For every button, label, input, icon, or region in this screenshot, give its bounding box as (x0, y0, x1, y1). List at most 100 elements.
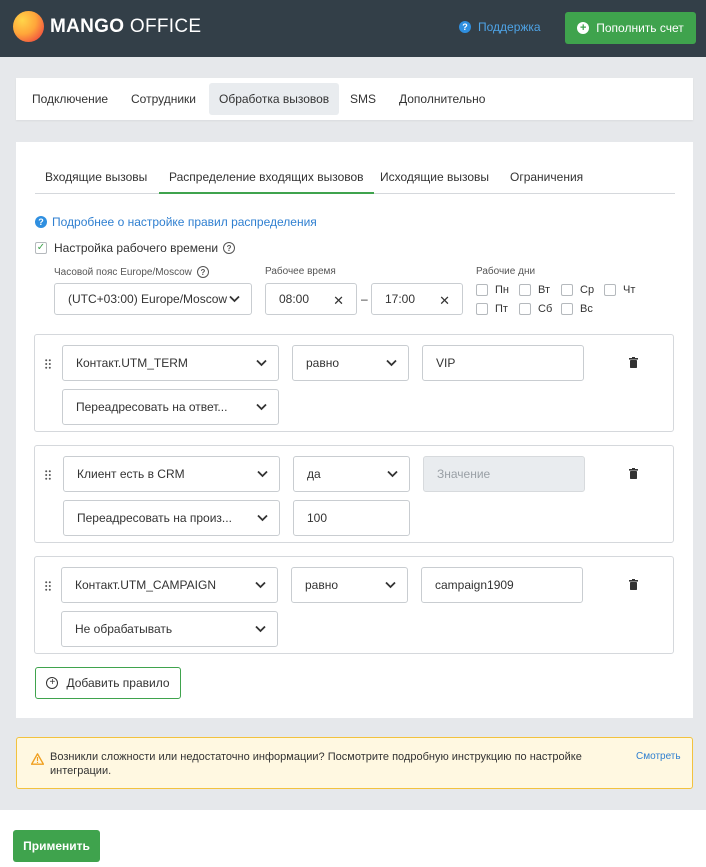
day-checkbox[interactable] (561, 284, 573, 296)
add-rule-label: Добавить правило (66, 676, 170, 690)
support-link[interactable]: ? Поддержка (459, 20, 541, 34)
rule-action-select[interactable]: Не обрабатывать (61, 611, 278, 647)
rule-operator-value: равно (306, 356, 340, 370)
day-sun[interactable]: Вс (561, 303, 593, 315)
work-to-input[interactable]: 17:00 ✕ (371, 283, 463, 315)
day-tue[interactable]: Вт (519, 284, 550, 296)
apply-button[interactable]: Применить (13, 830, 100, 862)
chevron-down-icon (229, 295, 240, 303)
work-from-value: 08:00 (279, 292, 310, 306)
day-sat[interactable]: Сб (519, 303, 552, 315)
chevron-down-icon (385, 581, 396, 589)
day-fri[interactable]: Пт (476, 303, 508, 315)
rule-operator-select[interactable]: равно (291, 567, 408, 603)
chevron-down-icon (255, 581, 266, 589)
plus-circle-icon: + (46, 677, 59, 689)
main-tabs: Подключение Сотрудники Обработка вызовов… (16, 78, 693, 120)
tab-call-processing[interactable]: Обработка вызовов (209, 83, 340, 115)
warning-icon (31, 753, 44, 765)
day-checkbox[interactable] (561, 303, 573, 315)
trash-icon[interactable] (629, 468, 638, 479)
time-separator: – (361, 292, 368, 306)
help-circle-icon: ? (459, 21, 471, 33)
day-wed[interactable]: Ср (561, 284, 594, 296)
rule-operator-select[interactable]: да (293, 456, 410, 492)
rule-operator-select[interactable]: равно (292, 345, 409, 381)
rule-card: Контакт.UTM_TERM равно VIP Переадресоват… (34, 334, 674, 432)
rule-action-select[interactable]: Переадресовать на ответ... (62, 389, 279, 425)
rule-percent-input[interactable]: 100 (293, 500, 410, 536)
rule-action-value: Переадресовать на произ... (77, 511, 232, 525)
work-time-label: Настройка рабочего времени (54, 241, 219, 255)
warning-text: Возникли сложности или недостаточно инфо… (50, 751, 582, 777)
day-checkbox[interactable] (476, 284, 488, 296)
subtab-distribution[interactable]: Распределение входящих вызовов (159, 162, 374, 194)
rule-field-value: Клиент есть в CRM (77, 467, 185, 481)
rule-value-placeholder: Значение (437, 467, 491, 481)
mango-logo-icon (13, 11, 44, 42)
tab-connection[interactable]: Подключение (22, 83, 118, 115)
drag-handle-icon[interactable] (45, 359, 51, 369)
chevron-down-icon (256, 359, 267, 367)
topup-button[interactable]: + Пополнить счет (565, 12, 696, 44)
chevron-down-icon (257, 514, 268, 522)
day-mon[interactable]: Пн (476, 284, 509, 296)
day-thu[interactable]: Чт (604, 284, 635, 296)
day-checkbox[interactable] (604, 284, 616, 296)
chevron-down-icon (255, 625, 266, 633)
day-checkbox[interactable] (519, 303, 531, 315)
drag-handle-icon[interactable] (45, 581, 51, 591)
plus-circle-icon: + (577, 22, 590, 34)
add-rule-button[interactable]: + Добавить правило (35, 667, 181, 699)
rule-field-select[interactable]: Контакт.UTM_CAMPAIGN (61, 567, 278, 603)
footer-bar: Применить (0, 810, 706, 867)
day-checkbox[interactable] (476, 303, 488, 315)
support-label: Поддержка (478, 20, 541, 34)
timezone-select[interactable]: (UTC+03:00) Europe/Moscow (54, 283, 252, 315)
clear-icon[interactable]: ✕ (439, 294, 450, 307)
trash-icon[interactable] (629, 357, 638, 368)
distribution-help-link[interactable]: ? Подробнее о настройке правил распредел… (35, 215, 317, 229)
drag-handle-icon[interactable] (45, 470, 51, 480)
rule-field-select[interactable]: Контакт.UTM_TERM (62, 345, 279, 381)
tab-employees[interactable]: Сотрудники (121, 83, 206, 115)
view-instructions-link[interactable]: Смотреть (636, 751, 681, 762)
rule-field-select[interactable]: Клиент есть в CRM (63, 456, 280, 492)
subtab-restrictions[interactable]: Ограничения (510, 170, 583, 184)
rule-value-input[interactable]: VIP (422, 345, 584, 381)
rule-operator-value: да (307, 467, 321, 481)
trash-icon[interactable] (629, 579, 638, 590)
rule-action-value: Переадресовать на ответ... (76, 400, 228, 414)
timezone-value: (UTC+03:00) Europe/Moscow (68, 292, 228, 306)
day-checkbox[interactable] (519, 284, 531, 296)
work-from-input[interactable]: 08:00 ✕ (265, 283, 357, 315)
rule-action-value: Не обрабатывать (75, 622, 173, 636)
distribution-help-label: Подробнее о настройке правил распределен… (52, 215, 317, 229)
rule-card: Контакт.UTM_CAMPAIGN равно campaign1909 … (34, 556, 674, 654)
rule-field-value: Контакт.UTM_CAMPAIGN (75, 578, 216, 592)
rule-value-text: VIP (436, 356, 456, 370)
content-panel: Входящие вызовы Распределение входящих в… (16, 142, 693, 718)
rule-value-input-disabled: Значение (423, 456, 585, 492)
rule-field-value: Контакт.UTM_TERM (76, 356, 188, 370)
subtab-outgoing-calls[interactable]: Исходящие вызовы (380, 170, 489, 184)
brand-name: MANGO OFFICE (50, 16, 202, 37)
clear-icon[interactable]: ✕ (333, 294, 344, 307)
tab-sms[interactable]: SMS (340, 83, 386, 115)
work-time-toggle[interactable]: ✓ Настройка рабочего времени ? (35, 241, 236, 255)
chevron-down-icon (256, 403, 267, 411)
timezone-label: Часовой пояс Europe/Moscow ? (54, 266, 209, 278)
work-hours-label: Рабочее время (265, 266, 336, 277)
question-icon[interactable]: ? (196, 266, 209, 278)
chevron-down-icon (386, 359, 397, 367)
work-to-value: 17:00 (385, 292, 416, 306)
subtab-incoming-calls[interactable]: Входящие вызовы (45, 170, 147, 184)
tab-additional[interactable]: Дополнительно (389, 83, 495, 115)
top-header: MANGO OFFICE ? Поддержка + Пополнить сче… (0, 0, 706, 57)
work-time-checkbox[interactable]: ✓ (35, 242, 47, 254)
rule-action-select[interactable]: Переадресовать на произ... (63, 500, 280, 536)
topup-label: Пополнить счет (596, 21, 684, 35)
rule-value-input[interactable]: campaign1909 (421, 567, 583, 603)
help-warning-banner: Возникли сложности или недостаточно инфо… (16, 737, 693, 789)
question-icon[interactable]: ? (223, 242, 236, 254)
